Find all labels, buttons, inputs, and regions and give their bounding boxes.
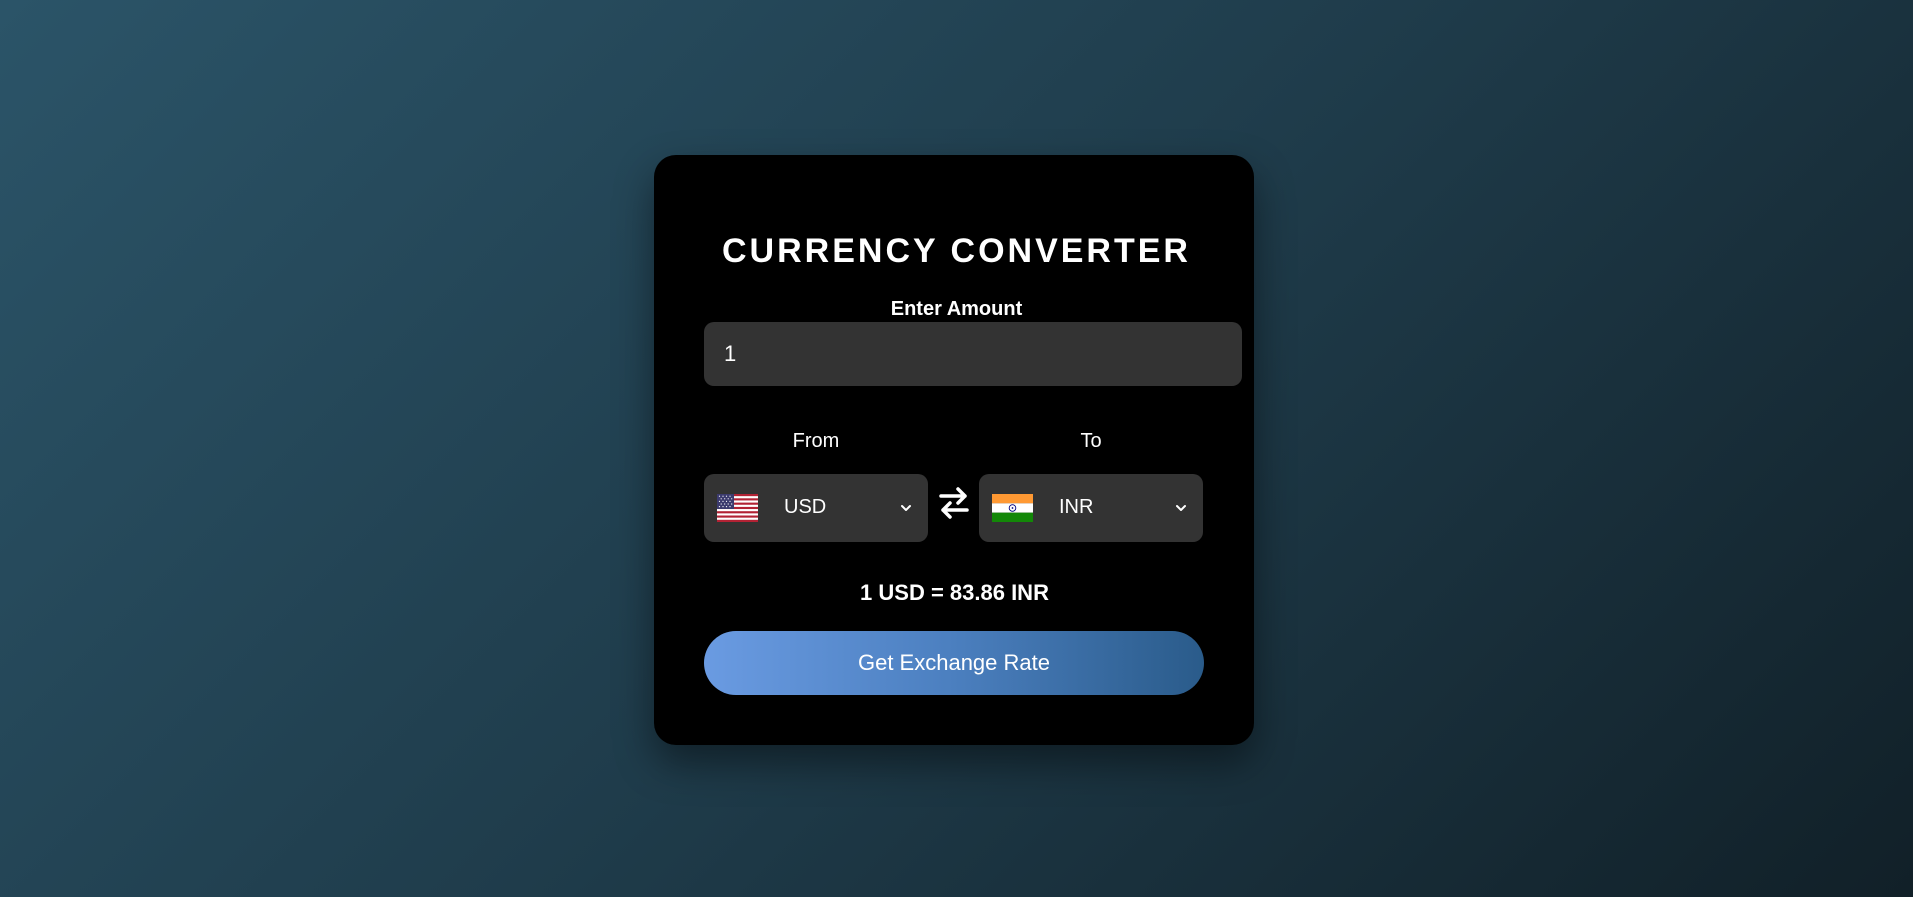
india-flag-icon <box>992 494 1033 522</box>
to-currency-code: INR <box>1059 496 1094 518</box>
to-label: To <box>1080 430 1102 452</box>
from-currency-code: USD <box>784 496 827 518</box>
amount-input[interactable] <box>704 322 1242 386</box>
from-label: From <box>792 430 840 452</box>
us-flag-icon <box>717 494 758 522</box>
to-currency-select[interactable]: INR <box>979 474 1203 542</box>
page-title: CURRENCY CONVERTER <box>722 232 1191 270</box>
chevron-down-icon <box>1176 505 1186 511</box>
exchange-rate-text: 1 USD = 83.86 INR <box>860 580 1049 605</box>
amount-label: Enter Amount <box>890 298 1023 320</box>
get-exchange-rate-button[interactable]: Get Exchange Rate <box>704 631 1204 695</box>
swap-arrows-icon[interactable] <box>938 485 970 521</box>
chevron-down-icon <box>901 505 911 511</box>
from-currency-select[interactable]: USD <box>704 474 928 542</box>
